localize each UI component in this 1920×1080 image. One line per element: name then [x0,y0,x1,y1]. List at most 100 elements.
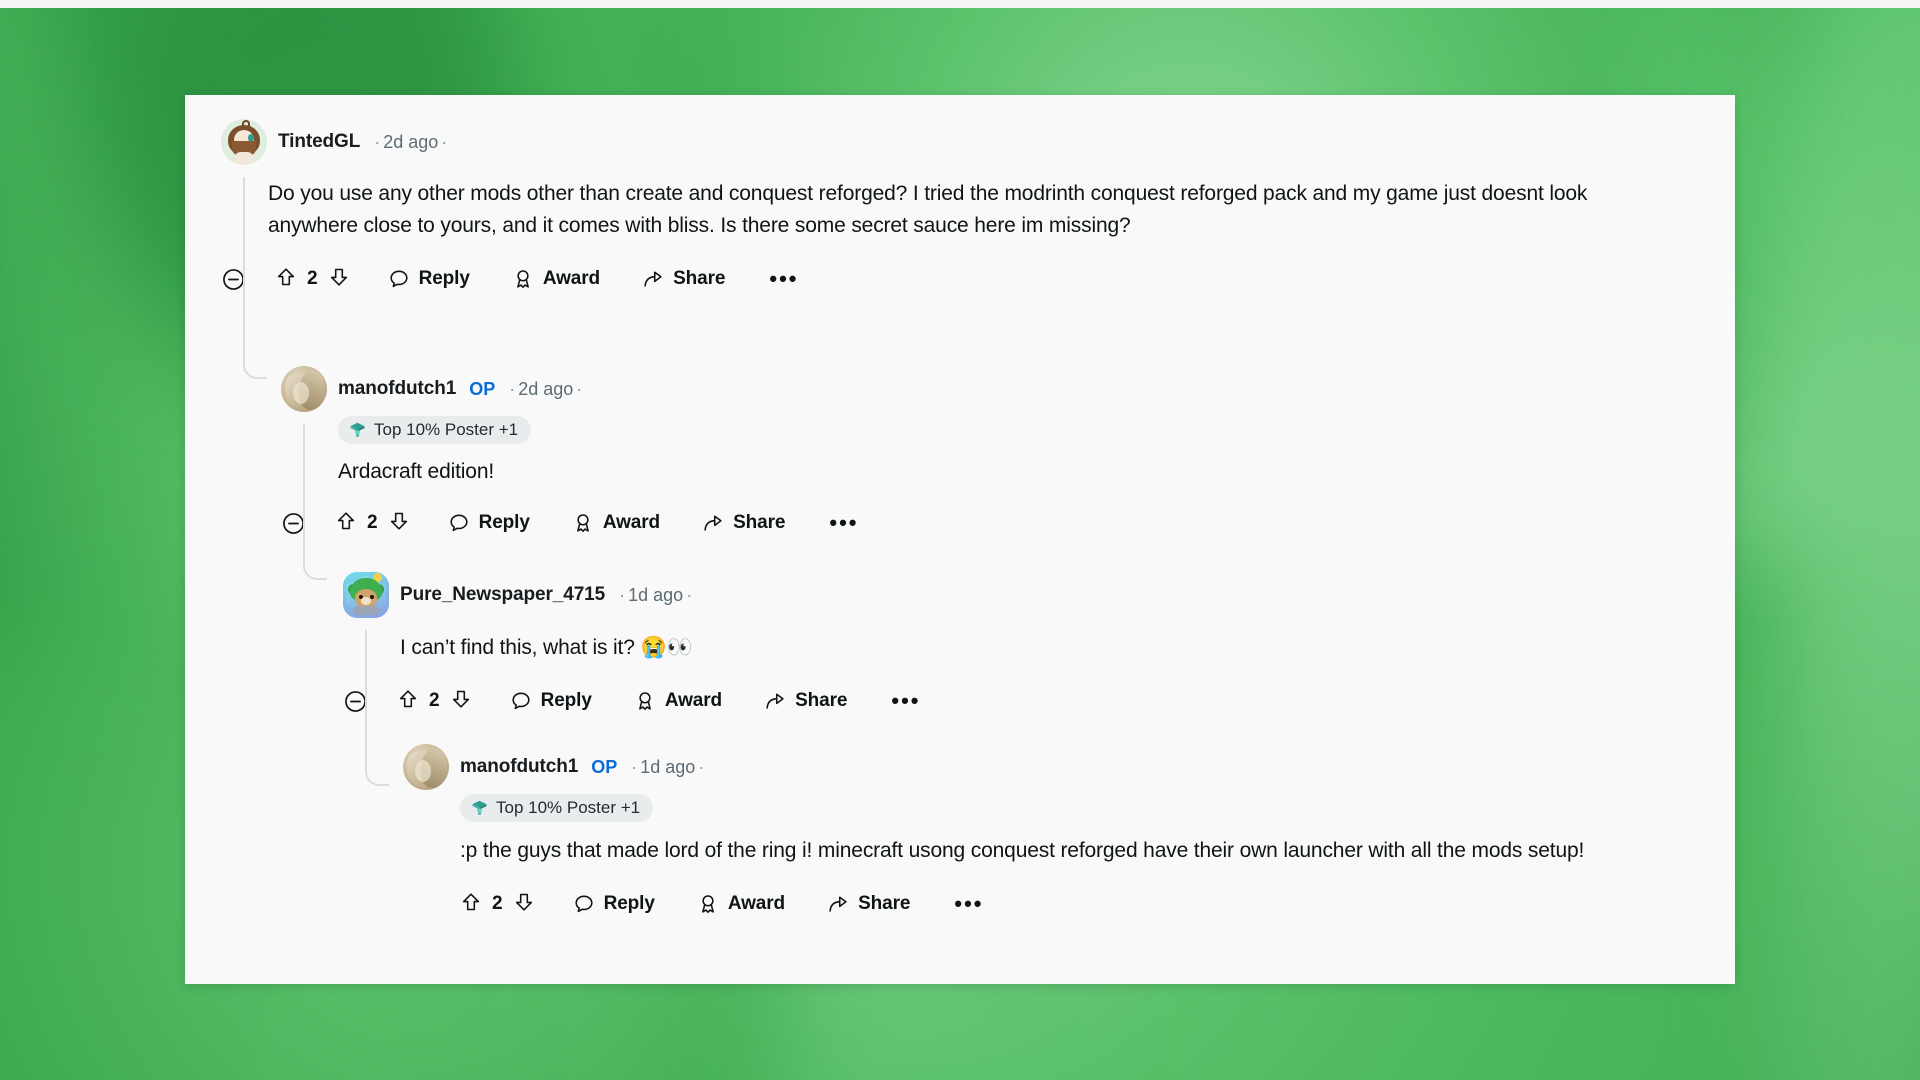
avatar[interactable] [403,744,449,790]
comment-4-flair-row: Top 10% Poster +1 [460,794,1723,822]
award-label: Award [602,512,661,534]
upvote-icon[interactable] [335,510,357,537]
comment-2-flair-row: Top 10% Poster +1 [338,416,1721,444]
share-icon [702,512,724,534]
award-label: Award [727,893,786,915]
comment-4-timestamp: · 1d ago · [631,756,705,777]
op-badge: OP [469,378,496,399]
top-poster-trophy-icon [470,798,489,817]
share-button[interactable]: Share [827,893,910,915]
comment-bubble-icon [388,268,410,290]
more-options-button[interactable]: ••• [954,893,983,915]
comment-2-timestamp-value: 2d ago [518,378,574,399]
comment-1-score: 2 [307,268,318,290]
comment-4-votes: 2 [460,891,535,918]
user-flair-label: Top 10% Poster +1 [496,797,641,817]
upvote-icon[interactable] [275,266,297,293]
comment-3-header: Pure_Newspaper_4715 · 1d ago · [343,572,1723,618]
comment-3-votes: 2 [397,688,472,715]
comment-bubble-icon [448,512,470,534]
reply-label: Reply [418,268,470,290]
comment-4-actions: 2 Reply Award Share ••• [460,883,1723,925]
reply-button[interactable]: Reply [573,893,655,915]
thread-rail [365,630,367,760]
downvote-icon[interactable] [388,510,410,537]
comment-thread-card: TintedGL · 2d ago · Do you use any other m… [185,95,1735,984]
screen-edge-band [0,0,1920,8]
user-flair-label: Top 10% Poster +1 [374,419,519,439]
comment-2: manofdutch1 OP · 2d ago · Top 10% Poster… [281,366,1721,580]
comment-1-username[interactable]: TintedGL [278,131,360,153]
share-icon [642,268,664,290]
share-label: Share [673,268,726,290]
share-label: Share [795,690,848,712]
award-button[interactable]: Award [634,690,722,712]
comment-3: Pure_Newspaper_4715 · 1d ago · I can’t fin… [343,572,1723,786]
award-icon [697,893,719,915]
award-button[interactable]: Award [572,512,660,534]
thread-rail-curve [365,756,389,786]
user-flair-badge[interactable]: Top 10% Poster +1 [338,416,532,444]
comment-1-header: TintedGL · 2d ago · [221,119,1721,165]
avatar[interactable] [221,119,267,165]
comment-2-actions: 2 Reply Award Share ••• [281,502,1721,544]
more-options-button[interactable]: ••• [769,268,798,290]
comment-3-username[interactable]: Pure_Newspaper_4715 [400,584,605,606]
downvote-icon[interactable] [513,891,535,918]
award-label: Award [664,690,723,712]
comment-4-score: 2 [492,893,503,915]
avatar[interactable] [281,366,327,412]
share-label: Share [733,512,786,534]
share-button[interactable]: Share [764,690,847,712]
thread-rail-curve [243,349,267,379]
comment-1-timestamp-value: 2d ago [383,131,439,152]
comment-4-body: :p the guys that made lord of the ring i… [460,839,1585,862]
comment-3-body: I can’t find this, what is it? 😭👀 [400,636,693,659]
comment-bubble-icon [510,690,532,712]
thread-rail [243,177,245,353]
comment-2-votes: 2 [335,510,410,537]
award-icon [572,512,594,534]
comment-2-body: Ardacraft edition! [338,460,495,483]
share-icon [827,893,849,915]
avatar[interactable] [343,572,389,618]
downvote-icon[interactable] [328,266,350,293]
comment-3-timestamp-value: 1d ago [628,584,684,605]
comment-1-actions: 2 Reply Award Share ••• [221,258,1721,300]
reply-button[interactable]: Reply [388,268,470,290]
award-icon [512,268,534,290]
comment-3-timestamp: · 1d ago · [619,584,693,605]
upvote-icon[interactable] [397,688,419,715]
reply-button[interactable]: Reply [510,690,592,712]
more-options-button[interactable]: ••• [829,512,858,534]
comment-1-votes: 2 [275,266,350,293]
top-poster-trophy-icon [348,420,367,439]
downvote-icon[interactable] [450,688,472,715]
reply-label: Reply [603,893,655,915]
reply-label: Reply [478,512,530,534]
award-button[interactable]: Award [512,268,600,290]
share-button[interactable]: Share [702,512,785,534]
award-button[interactable]: Award [697,893,785,915]
comment-bubble-icon [573,893,595,915]
comment-1-timestamp: · 2d ago · [374,131,448,152]
reply-button[interactable]: Reply [448,512,530,534]
comment-4-timestamp-value: 1d ago [640,756,696,777]
user-flair-badge[interactable]: Top 10% Poster +1 [460,794,654,822]
comment-2-score: 2 [367,512,378,534]
comment-4-username[interactable]: manofdutch1 [460,756,578,778]
thread-rail-curve [303,550,327,580]
award-label: Award [542,268,601,290]
share-icon [764,690,786,712]
op-badge: OP [591,756,618,777]
thread-rail [303,424,305,554]
more-options-button[interactable]: ••• [891,690,920,712]
comment-1: TintedGL · 2d ago · Do you use any other m… [221,119,1721,379]
comment-4: manofdutch1 OP · 1d ago · Top 10% Poster… [403,744,1723,925]
comment-3-score: 2 [429,690,440,712]
share-button[interactable]: Share [642,268,725,290]
upvote-icon[interactable] [460,891,482,918]
share-label: Share [858,893,911,915]
comment-2-username[interactable]: manofdutch1 [338,378,456,400]
comment-1-body: Do you use any other mods other than cre… [268,182,1588,238]
